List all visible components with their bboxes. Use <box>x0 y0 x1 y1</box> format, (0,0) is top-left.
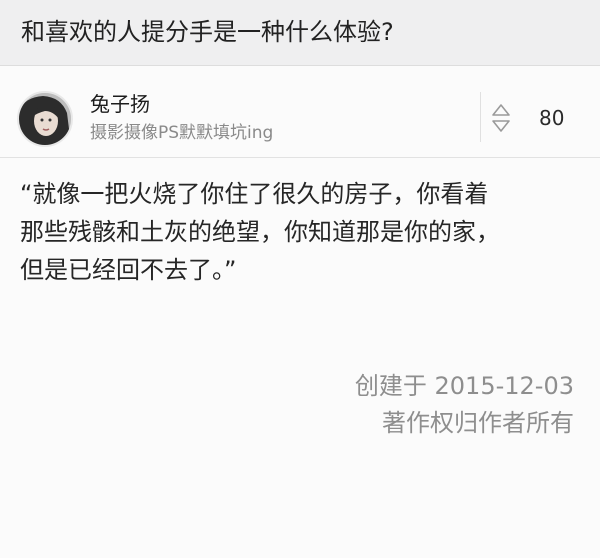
copyright-notice: 著作权归作者所有 <box>382 409 574 437</box>
created-date: 创建于 2015-12-03 <box>354 372 574 400</box>
answer-meta: 创建于 2015-12-03 著作权归作者所有 <box>355 368 574 442</box>
vote-arrows-icon[interactable] <box>491 102 511 134</box>
question-title[interactable]: 和喜欢的人提分手是一种什么体验? <box>21 17 394 47</box>
answer-line: 那些残骸和土灰的绝望，你知道那是你的家， <box>20 218 500 246</box>
author-row: 兔子扬 摄影摄像PS默默填坑ing 80 <box>0 66 600 158</box>
question-header: 和喜欢的人提分手是一种什么体验? <box>0 0 600 66</box>
avatar-image-icon <box>19 93 71 145</box>
vote-divider <box>480 92 481 142</box>
answer-content: “就像一把火烧了你住了很久的房子，你看着 那些残骸和土灰的绝望，你知道那是你的家… <box>20 175 585 289</box>
author-name[interactable]: 兔子扬 <box>90 91 150 117</box>
author-bio: 摄影摄像PS默默填坑ing <box>90 123 274 143</box>
author-avatar[interactable] <box>17 91 73 147</box>
vote-count: 80 <box>539 106 565 130</box>
answer-line: 但是已经回不去了。” <box>20 256 237 284</box>
answer-line: “就像一把火烧了你住了很久的房子，你看着 <box>20 180 489 208</box>
